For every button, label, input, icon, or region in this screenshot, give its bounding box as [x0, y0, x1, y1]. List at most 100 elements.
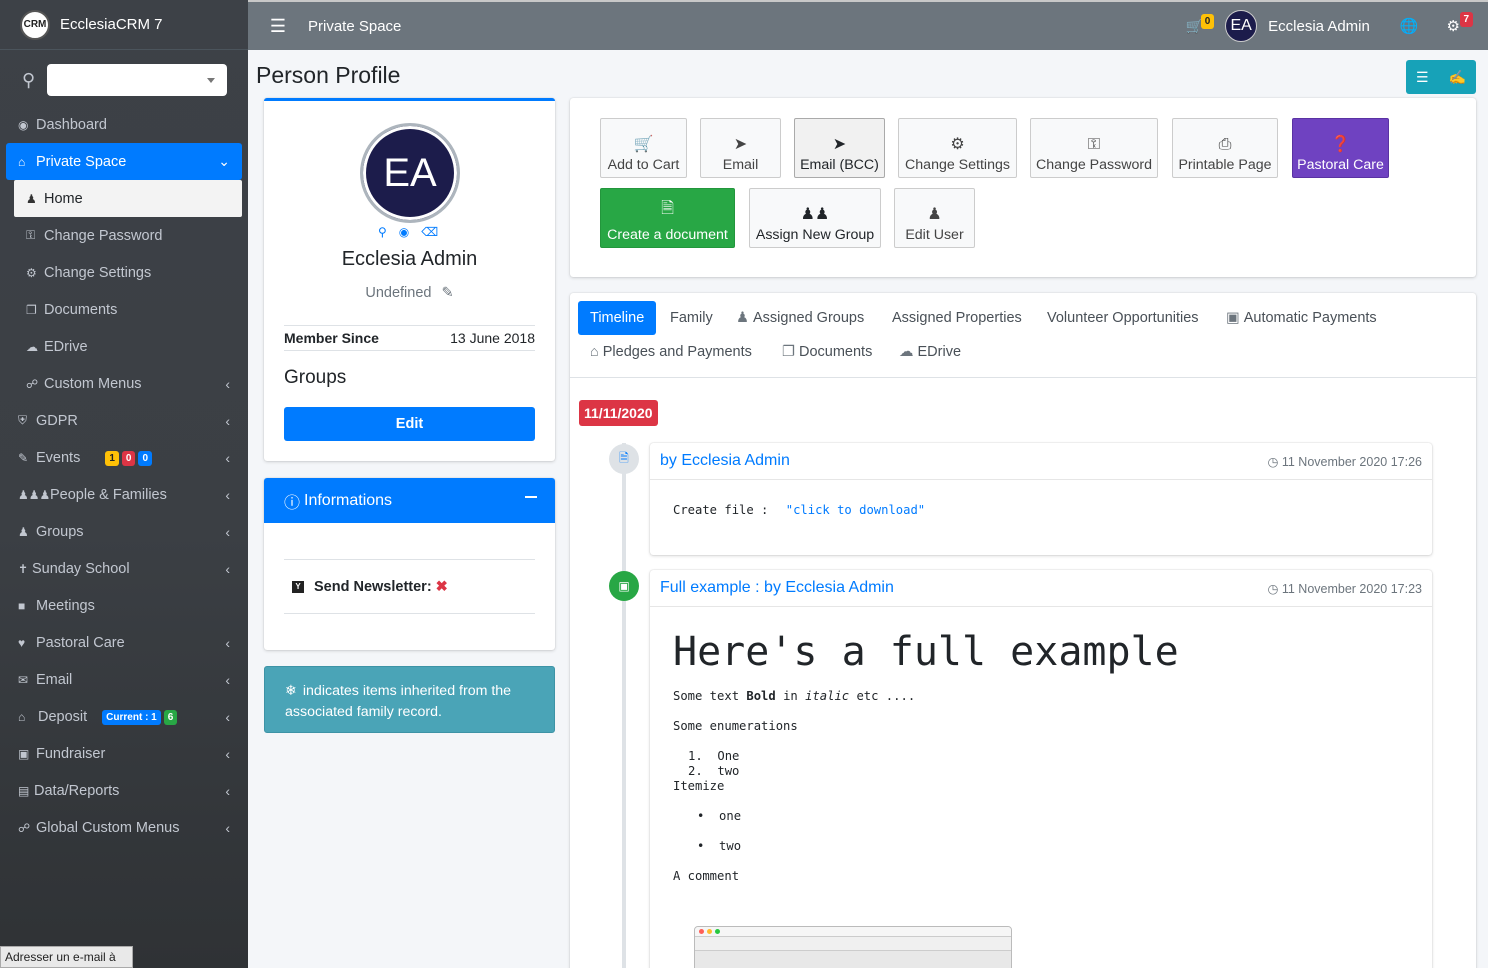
documents-icon: ❐: [782, 344, 795, 360]
sidebar-item-documents[interactable]: ❐ Documents: [6, 291, 242, 328]
sidebar-item-label: Dashboard: [36, 116, 107, 133]
brand[interactable]: CRM EcclesiaCRM 7: [0, 0, 248, 50]
timeline-item-author[interactable]: by Ecclesia Admin: [660, 452, 790, 470]
gear-icon: ⚙: [950, 136, 965, 153]
shield-icon: ⛨: [18, 413, 28, 427]
tab-label: Family: [670, 310, 713, 326]
sidebar-nav: ◉ Dashboard ⌂ Private Space ⌄ ♟ Home ⚿ Change…: [0, 106, 248, 846]
edit-user-button[interactable]: ♟ Edit User: [894, 188, 975, 248]
sidebar-item-groups[interactable]: ♟ Groups ‹: [6, 513, 242, 550]
sidebar-item-deposit[interactable]: ⌂ Deposit Current : 1 6 ‹: [6, 698, 242, 735]
timeline-item: by Ecclesia Admin ◷ 11 November 2020 17:…: [650, 443, 1432, 555]
sidebar-item-data-reports[interactable]: ▤ Data/Reports ‹: [6, 772, 242, 809]
sidebar-item-label: EDrive: [44, 338, 88, 355]
tab-family[interactable]: Family: [658, 301, 725, 335]
text-fragment: Some text: [673, 689, 747, 703]
events-badges: 100: [102, 449, 153, 466]
close-dot: [699, 929, 704, 934]
thumbs-up-icon[interactable]: ✍: [1449, 69, 1466, 86]
button-label: Pastoral Care: [1297, 157, 1384, 173]
user-secret-icon: ♟: [927, 206, 942, 223]
sidebar-item-edrive[interactable]: ☁ EDrive: [6, 328, 242, 365]
sidebar-item-label: Home: [44, 190, 83, 207]
question-icon: ❓: [1330, 136, 1351, 153]
email-bcc-button[interactable]: ➤ Email (BCC): [794, 118, 885, 178]
page-title: Person Profile: [256, 62, 401, 88]
sidebar-item-change-password[interactable]: ⚿ Change Password: [6, 217, 242, 254]
sidebar-item-sunday-school[interactable]: ✝ Sunday School ‹: [6, 550, 242, 587]
sidebar-item-pastoral-care[interactable]: ♥ Pastoral Care ‹: [6, 624, 242, 661]
sidebar-item-meetings[interactable]: ■ Meetings: [6, 587, 242, 624]
cart-button[interactable]: 🛒 0: [1186, 13, 1215, 35]
events-badge-2: 0: [121, 451, 136, 466]
tab-label: Documents: [799, 344, 873, 360]
home-icon: ⌂: [18, 154, 26, 169]
note-heading: Here's a full example: [673, 629, 1179, 675]
tab-automatic-payments[interactable]: ▣ Automatic Payments: [1214, 301, 1389, 335]
users-icon: ♟♟: [800, 206, 830, 223]
download-link[interactable]: "click to download": [786, 503, 925, 517]
tab-assigned-properties[interactable]: Assigned Properties: [880, 301, 1034, 335]
sidebar-item-gdpr[interactable]: ⛨ GDPR ‹: [6, 402, 242, 439]
minus-icon[interactable]: [525, 496, 537, 498]
tab-timeline[interactable]: Timeline: [578, 301, 657, 335]
sidebar-item-label: Fundraiser: [36, 745, 106, 762]
users-icon: ♟: [736, 310, 749, 326]
globe-icon[interactable]: 🌐: [1400, 17, 1419, 35]
avatar[interactable]: EA: [1225, 10, 1258, 42]
sidebar-item-email[interactable]: ✉ Email ‹: [6, 661, 242, 698]
sidebar-item-fundraiser[interactable]: ▣ Fundraiser ‹: [6, 735, 242, 772]
assign-new-group-button[interactable]: ♟♟ Assign New Group: [749, 188, 881, 248]
tab-volunteer-opportunities[interactable]: Volunteer Opportunities: [1035, 301, 1211, 335]
edit-button[interactable]: Edit: [284, 407, 535, 441]
sidebar-item-custom-menus[interactable]: ☍ Custom Menus ‹: [6, 365, 242, 402]
gears-icon[interactable]: ⚙ 7: [1447, 12, 1474, 35]
add-to-cart-button[interactable]: 🛒 Add to Cart: [600, 118, 687, 178]
search-select[interactable]: [47, 64, 228, 96]
credit-card-icon: ▣: [1226, 310, 1240, 326]
button-label: Assign New Group: [755, 227, 875, 243]
create-document-button[interactable]: 🗎 Create a document: [600, 188, 735, 248]
user-name[interactable]: Ecclesia Admin: [1268, 18, 1370, 35]
change-settings-button[interactable]: ⚙ Change Settings: [898, 118, 1017, 178]
profile-avatar: EA: [360, 123, 460, 223]
tab-pledges-payments[interactable]: ⌂ Pledges and Payments: [578, 335, 764, 369]
edit-icon[interactable]: ✎: [441, 285, 453, 301]
text-fragment: etc ....: [849, 689, 916, 703]
sidebar-item-events[interactable]: ✎ Events 1 0 0 ‹: [6, 439, 242, 476]
timeline-item-author[interactable]: Full example : by Ecclesia Admin: [660, 579, 894, 597]
callout-text: indicates items inherited from the assoc…: [285, 683, 512, 720]
newsletter-flag: Y: [292, 580, 304, 593]
itemize-label: Itemize: [673, 779, 725, 793]
hamburger-icon[interactable]: ☰: [248, 16, 308, 37]
pastoral-care-button[interactable]: ❓ Pastoral Care: [1292, 118, 1389, 178]
timeline-item-time: ◷ 11 November 2020 17:23: [1267, 581, 1422, 596]
itemize-item: • one: [697, 809, 742, 823]
tab-assigned-groups[interactable]: ♟ Assigned Groups: [724, 301, 876, 335]
topbar: ☰ Private Space 🛒 0 EA Ecclesia Admin 🌐 ⚙…: [248, 0, 1488, 50]
trash-icon[interactable]: ⌫: [421, 225, 438, 239]
sidebar-item-home[interactable]: ♟ Home: [14, 180, 242, 217]
sidebar-item-people-families[interactable]: ♟♟♟ People & Families ‹: [6, 476, 242, 513]
sidebar-item-dashboard[interactable]: ◉ Dashboard: [6, 106, 242, 143]
timeline-item: Full example : by Ecclesia Admin ◷ 11 No…: [650, 570, 1432, 968]
sidebar-item-change-settings[interactable]: ⚙ Change Settings: [6, 254, 242, 291]
word-file-icon: 🗎: [609, 444, 639, 474]
sidebar-item-global-custom-menus[interactable]: ☍ Global Custom Menus ‹: [6, 809, 242, 846]
sidebar-item-private-space[interactable]: ⌂ Private Space ⌄: [6, 143, 242, 180]
printable-page-button[interactable]: ⎙ Printable Page: [1172, 118, 1278, 178]
email-button[interactable]: ➤ Email: [700, 118, 781, 178]
enum-item: 1. One: [688, 749, 740, 763]
enum-text: two: [717, 764, 740, 778]
bank-icon: ⌂: [18, 709, 26, 724]
list-icon[interactable]: ☰: [1416, 69, 1429, 86]
camera-icon[interactable]: ◉: [399, 225, 409, 239]
user-icon: ♟: [26, 191, 37, 206]
zoom-icon[interactable]: ⚲: [378, 225, 387, 239]
child-icon: ✝: [18, 561, 29, 576]
change-password-button[interactable]: ⚿ Change Password: [1030, 118, 1158, 178]
time-text: 11 November 2020 17:26: [1281, 454, 1422, 469]
tab-edrive[interactable]: ☁ EDrive: [887, 335, 973, 369]
clock-icon: ◷: [1267, 581, 1282, 596]
tab-documents[interactable]: ❐ Documents: [770, 335, 884, 369]
